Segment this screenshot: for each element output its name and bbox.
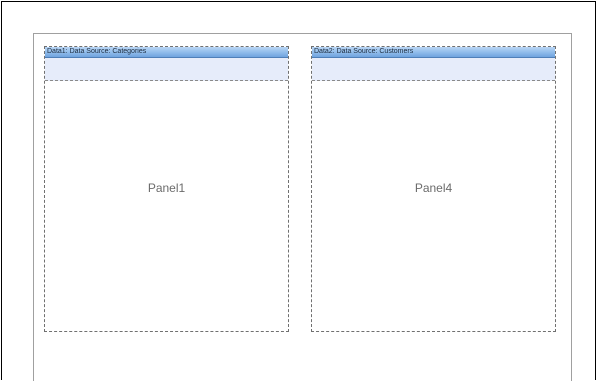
- data-band-1[interactable]: [45, 58, 288, 81]
- data-band-header-2[interactable]: Data2: Data Source: Customers: [312, 47, 555, 58]
- data-band-title-2: Data2: Data Source: Customers: [314, 48, 414, 55]
- panel-label-4: Panel4: [414, 181, 453, 195]
- panel-label-1: Panel1: [147, 181, 186, 195]
- data-band-title-1: Data1: Data Source: Categories: [47, 48, 147, 55]
- data-band-header-1[interactable]: Data1: Data Source: Categories: [45, 47, 288, 58]
- panel-1[interactable]: Data1: Data Source: Categories Panel1: [44, 46, 289, 332]
- panel-4[interactable]: Data2: Data Source: Customers Panel4: [311, 46, 556, 332]
- data-band-2[interactable]: [312, 58, 555, 81]
